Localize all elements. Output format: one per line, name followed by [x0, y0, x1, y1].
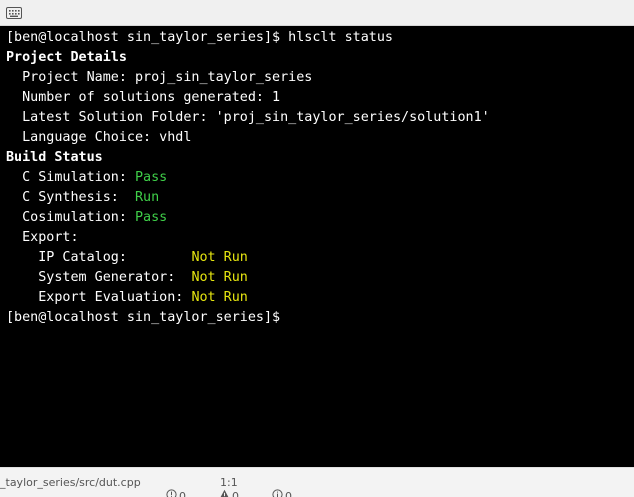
csim-label: C Simulation: [6, 170, 135, 185]
info-count: 0 [284, 489, 292, 497]
status-file-path[interactable]: _taylor_series/src/dut.cpp [0, 476, 141, 489]
csim-line: C Simulation: Pass [6, 168, 634, 188]
system-generator-line: System Generator: Not Run [6, 268, 634, 288]
export-evaluation-label: Export Evaluation: [6, 290, 192, 305]
export-evaluation-value: Not Run [191, 290, 248, 305]
prompt-line: [ben@localhost sin_taylor_series]$ [6, 310, 281, 325]
csyn-line: C Synthesis: Run [6, 188, 634, 208]
ip-catalog-value: Not Run [191, 250, 248, 265]
cosim-label: Cosimulation: [6, 210, 135, 225]
error-count: 0 [178, 489, 186, 497]
csim-value: Pass [135, 170, 168, 185]
info-icon [244, 476, 283, 497]
num-solutions-line: Number of solutions generated: 1 [6, 90, 281, 105]
terminal-output[interactable]: [ben@localhost sin_taylor_series]$ hlscl… [0, 26, 634, 467]
warning-count: 0 [231, 489, 239, 497]
ip-catalog-label: IP Catalog: [6, 250, 192, 265]
csyn-label: C Synthesis: [6, 190, 135, 205]
terminal-tab-bar [0, 0, 634, 26]
export-line: Export: [6, 230, 79, 245]
project-name-line: Project Name: proj_sin_taylor_series [6, 70, 313, 85]
status-bar: _taylor_series/src/dut.cpp 0 0 0 1:1 [0, 467, 634, 497]
cosim-line: Cosimulation: Pass [6, 208, 634, 228]
language-line: Language Choice: vhdl [6, 130, 192, 145]
status-problems[interactable]: 0 0 0 [138, 476, 297, 497]
csyn-value: Run [135, 190, 160, 205]
project-details-heading: Project Details [6, 50, 127, 65]
ip-catalog-line: IP Catalog: Not Run [6, 248, 634, 268]
system-generator-label: System Generator: [6, 270, 192, 285]
keyboard-icon[interactable] [6, 6, 22, 24]
terminal-window: [ben@localhost sin_taylor_series]$ hlscl… [0, 0, 634, 497]
command-line: [ben@localhost sin_taylor_series]$ hlscl… [6, 30, 393, 45]
latest-folder-line: Latest Solution Folder: 'proj_sin_taylor… [6, 110, 490, 125]
cosim-value: Pass [135, 210, 168, 225]
cursor-position[interactable]: 1:1 [220, 476, 238, 489]
export-evaluation-line: Export Evaluation: Not Run [6, 288, 634, 308]
error-icon [138, 476, 177, 497]
build-status-heading: Build Status [6, 150, 103, 165]
system-generator-value: Not Run [191, 270, 248, 285]
